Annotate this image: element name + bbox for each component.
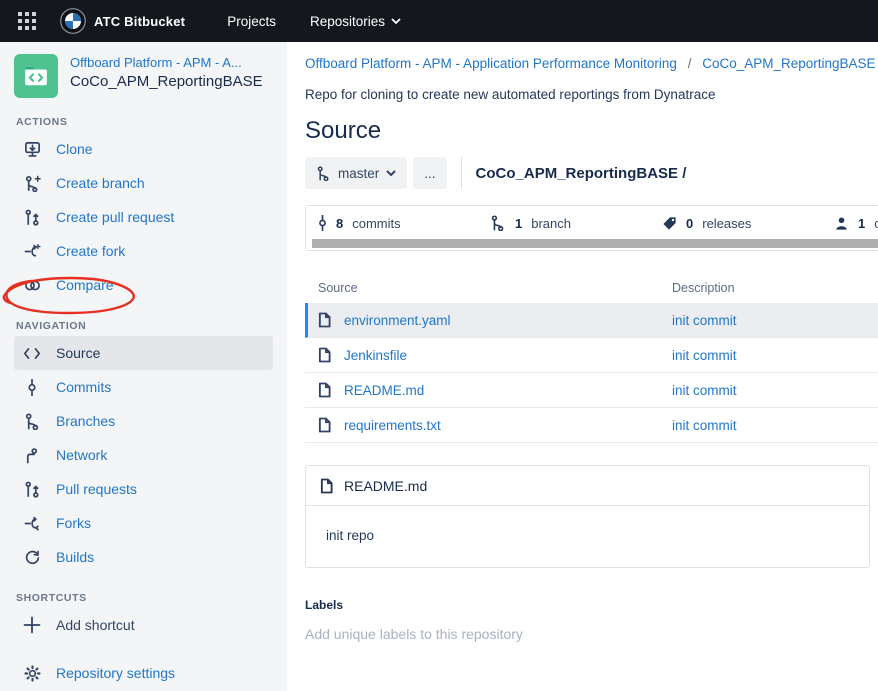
file-icon bbox=[318, 417, 331, 433]
stat-releases[interactable]: 0 releases bbox=[662, 215, 834, 231]
table-row[interactable]: README.md init commit bbox=[305, 373, 878, 408]
sidebar-item-clone[interactable]: Clone bbox=[14, 132, 273, 166]
sidebar-item-network[interactable]: Network bbox=[14, 438, 273, 472]
brand-name: ATC Bitbucket bbox=[94, 14, 185, 29]
main-content-area: Offboard Platform - APM - Application Pe… bbox=[287, 42, 878, 691]
table-row[interactable]: Jenkinsfile init commit bbox=[305, 338, 878, 373]
readme-header: README.md bbox=[306, 466, 869, 506]
repo-header: Offboard Platform - APM - A... CoCo_APM_… bbox=[14, 54, 275, 98]
table-row[interactable]: environment.yaml init commit bbox=[305, 303, 878, 338]
section-label-navigation: NAVIGATION bbox=[16, 320, 275, 332]
create-branch-icon bbox=[22, 173, 42, 193]
breadcrumb-repo-link[interactable]: CoCo_APM_ReportingBASE bbox=[702, 56, 875, 71]
network-icon bbox=[22, 445, 42, 465]
labels-heading: Labels bbox=[305, 598, 878, 612]
create-pull-request-icon bbox=[22, 207, 42, 227]
nav-repositories[interactable]: Repositories bbox=[310, 14, 401, 29]
file-link[interactable]: Jenkinsfile bbox=[344, 348, 407, 363]
file-icon bbox=[318, 382, 331, 398]
chevron-down-icon bbox=[386, 170, 396, 176]
more-actions-button[interactable]: ... bbox=[413, 157, 446, 189]
sidebar-item-source[interactable]: Source bbox=[14, 336, 273, 370]
file-link[interactable]: environment.yaml bbox=[344, 313, 451, 328]
breadcrumb-project-link[interactable]: Offboard Platform - APM - Application Pe… bbox=[305, 56, 677, 71]
stat-commits[interactable]: 8 commits bbox=[318, 215, 490, 231]
file-table-header: Source Description bbox=[305, 273, 878, 303]
sidebar-item-branches[interactable]: Branches bbox=[14, 404, 273, 438]
branch-icon bbox=[316, 166, 331, 181]
bmw-logo-icon bbox=[60, 8, 86, 34]
sidebar-item-builds[interactable]: Builds bbox=[14, 540, 273, 574]
section-label-actions: ACTIONS bbox=[16, 116, 275, 128]
table-row[interactable]: requirements.txt init commit bbox=[305, 408, 878, 443]
readme-content: init repo bbox=[306, 506, 869, 567]
file-icon bbox=[318, 312, 331, 328]
commit-message-link[interactable]: init commit bbox=[672, 348, 737, 363]
top-navbar: ATC Bitbucket Projects Repositories bbox=[0, 0, 878, 42]
readme-filename: README.md bbox=[344, 478, 427, 494]
file-link[interactable]: requirements.txt bbox=[344, 418, 441, 433]
sidebar-item-commits[interactable]: Commits bbox=[14, 370, 273, 404]
breadcrumb-separator: / bbox=[688, 56, 692, 71]
branch-icon bbox=[22, 411, 42, 431]
repo-description: Repo for cloning to create new automated… bbox=[305, 87, 878, 102]
file-table: Source Description environment.yaml init… bbox=[305, 273, 878, 443]
labels-input-placeholder[interactable]: Add unique labels to this repository bbox=[305, 626, 878, 642]
sidebar-item-create-branch[interactable]: Create branch bbox=[14, 166, 273, 200]
commit-icon bbox=[22, 377, 42, 397]
sidebar-item-repository-settings[interactable]: Repository settings bbox=[14, 656, 273, 690]
repo-path: CoCo_APM_ReportingBASE / bbox=[476, 165, 687, 182]
clone-icon bbox=[22, 139, 42, 159]
file-link[interactable]: README.md bbox=[344, 383, 424, 398]
page-title: Source bbox=[305, 117, 878, 145]
sidebar-project-link[interactable]: Offboard Platform - APM - A... bbox=[70, 55, 263, 70]
branch-toolbar: master ... CoCo_APM_ReportingBASE / bbox=[305, 157, 878, 189]
code-icon bbox=[22, 343, 42, 363]
branch-icon bbox=[490, 215, 506, 231]
chevron-down-icon bbox=[391, 18, 401, 24]
commit-message-link[interactable]: init commit bbox=[672, 313, 737, 328]
horizontal-scrollbar[interactable] bbox=[312, 239, 878, 248]
tag-icon bbox=[662, 216, 677, 231]
commit-message-link[interactable]: init commit bbox=[672, 383, 737, 398]
sidebar-repo-name: CoCo_APM_ReportingBASE bbox=[70, 73, 263, 90]
sidebar-item-pull-requests[interactable]: Pull requests bbox=[14, 472, 273, 506]
sidebar: Offboard Platform - APM - A... CoCo_APM_… bbox=[0, 42, 287, 691]
branch-selector-button[interactable]: master bbox=[305, 157, 407, 189]
fork-icon bbox=[22, 241, 42, 261]
builds-icon bbox=[22, 547, 42, 567]
file-icon bbox=[320, 478, 333, 494]
breadcrumb: Offboard Platform - APM - Application Pe… bbox=[305, 56, 878, 71]
readme-card: README.md init repo bbox=[305, 465, 870, 568]
toolbar-divider bbox=[461, 157, 462, 189]
pull-request-icon bbox=[22, 479, 42, 499]
repo-avatar[interactable] bbox=[14, 54, 58, 98]
stat-branches[interactable]: 1 branch bbox=[490, 215, 662, 231]
commit-icon bbox=[318, 215, 327, 231]
column-header-description: Description bbox=[672, 281, 735, 295]
sidebar-item-forks[interactable]: Forks bbox=[14, 506, 273, 540]
repo-stats-card: 8 commits 1 branch bbox=[305, 205, 878, 251]
stat-contributors[interactable]: 1 contributor bbox=[834, 215, 878, 231]
compare-icon bbox=[22, 275, 42, 295]
person-icon bbox=[834, 216, 849, 231]
plus-icon bbox=[22, 615, 42, 635]
home-link[interactable]: ATC Bitbucket bbox=[60, 8, 185, 34]
file-icon bbox=[318, 347, 331, 363]
app-switcher-icon[interactable] bbox=[18, 12, 36, 30]
section-label-shortcuts: SHORTCUTS bbox=[16, 592, 275, 604]
sidebar-item-compare[interactable]: Compare bbox=[14, 268, 273, 302]
sidebar-item-create-fork[interactable]: Create fork bbox=[14, 234, 273, 268]
commit-message-link[interactable]: init commit bbox=[672, 418, 737, 433]
nav-projects[interactable]: Projects bbox=[227, 14, 276, 29]
sidebar-item-add-shortcut[interactable]: Add shortcut bbox=[14, 608, 273, 642]
sidebar-item-create-pull-request[interactable]: Create pull request bbox=[14, 200, 273, 234]
column-header-source: Source bbox=[318, 281, 672, 295]
gear-icon bbox=[22, 663, 42, 683]
fork-icon bbox=[22, 513, 42, 533]
